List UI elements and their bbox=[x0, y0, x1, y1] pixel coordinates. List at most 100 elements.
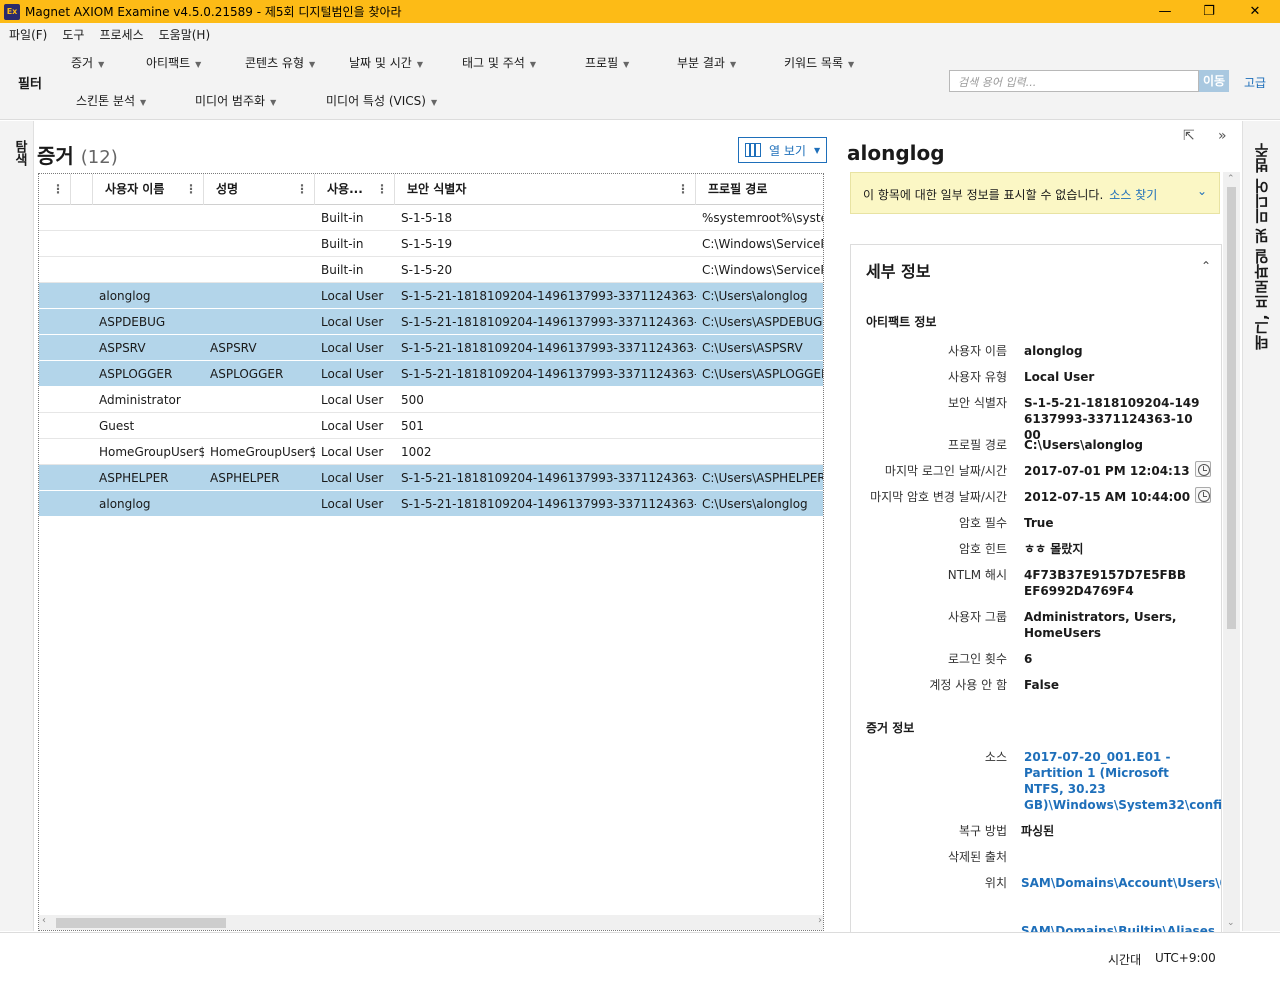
cell-user-type: Local User bbox=[321, 341, 384, 355]
left-panel-strip bbox=[0, 121, 34, 931]
table-row[interactable]: alonglog Local User S-1-5-21-1818109204-14… bbox=[39, 491, 823, 517]
cell-profile-path: C:\Users\ASPLOGGER bbox=[702, 367, 824, 381]
table-row[interactable]: Built-in S-1-5-18 %systemroot%\system32 bbox=[39, 205, 823, 231]
detail-card-title: 세부 정보 bbox=[866, 262, 931, 281]
menu-help[interactable]: 도움말(H) bbox=[159, 26, 211, 43]
filter-keyword-list[interactable]: 키워드 목록 ▼ bbox=[784, 54, 854, 71]
explore-tab[interactable]: 탐색 bbox=[10, 140, 29, 166]
column-profile-path[interactable]: 프로필 경로 bbox=[696, 174, 823, 205]
collapse-panel-icon[interactable]: » bbox=[1218, 128, 1227, 144]
cell-user-name: ASPHELPER bbox=[99, 471, 169, 485]
table-row[interactable]: ASPLOGGER ASPLOGGER Local User S-1-5-21-181… bbox=[39, 361, 824, 387]
menu-process[interactable]: 프로세스 bbox=[99, 26, 143, 43]
field-label: 사용자 그룹 bbox=[947, 610, 1007, 624]
caret-down-icon: ▼ bbox=[270, 98, 277, 107]
cell-user-name: Guest bbox=[99, 419, 135, 433]
menu-tools[interactable]: 도구 bbox=[62, 26, 84, 43]
menu-file[interactable]: 파일(F) bbox=[9, 26, 47, 43]
table-row[interactable]: Built-in S-1-5-20 C:\Windows\ServiceProfil… bbox=[39, 257, 823, 283]
cell-user-type: Local User bbox=[321, 367, 384, 381]
scroll-up-icon[interactable]: ⌃ bbox=[1227, 174, 1235, 184]
chevron-double-down-icon[interactable]: ⌄ bbox=[1197, 184, 1207, 198]
caret-down-icon: ▼ bbox=[848, 60, 855, 69]
scrollbar-thumb[interactable] bbox=[56, 918, 226, 928]
close-icon[interactable]: ✕ bbox=[1232, 0, 1278, 23]
filter-content-type[interactable]: 콘텐츠 유형 ▼ bbox=[245, 54, 315, 71]
table-header: ⋮ 사용자 이름 ⋮ 성명 ⋮ 사용... ⋮ 보안 식별자 ⋮ 프로필 경로 bbox=[39, 174, 823, 205]
tags-profile-media-tab[interactable]: 태그, 프로파일 및 미디어 범주 bbox=[1251, 143, 1272, 358]
cell-user-type: Local User bbox=[321, 315, 384, 329]
cell-user-type: Local User bbox=[321, 471, 384, 485]
timezone-value[interactable]: UTC+9:00 bbox=[1155, 951, 1216, 965]
scroll-left-icon[interactable]: ‹ bbox=[42, 915, 46, 926]
table-row[interactable]: Guest Local User 501 bbox=[39, 413, 823, 439]
search-input[interactable]: 검색 용어 입력... bbox=[949, 70, 1199, 92]
field-user-groups: Administrators, Users, HomeUsers bbox=[1024, 610, 1177, 640]
filter-media-vics[interactable]: 미디어 특성 (VICS) ▼ bbox=[326, 92, 437, 109]
filter-partial-results[interactable]: 부분 결과 ▼ bbox=[677, 54, 736, 71]
filter-skin-tone[interactable]: 스킨톤 분석 ▼ bbox=[76, 92, 146, 109]
clock-icon[interactable] bbox=[1195, 487, 1211, 503]
scroll-down-icon[interactable]: ⌄ bbox=[1227, 918, 1235, 928]
cell-profile-path bbox=[702, 439, 823, 465]
cell-profile-path bbox=[702, 387, 823, 413]
window-title: Magnet AXIOM Examine v4.5.0.21589 - 제5회 … bbox=[25, 5, 402, 19]
field-last-login: 2017-07-01 PM 12:04:13 bbox=[1024, 464, 1190, 478]
table-row[interactable]: alonglog Local User S-1-5-21-1818109204-14… bbox=[39, 283, 823, 309]
filter-tags[interactable]: 태그 및 주석 ▼ bbox=[462, 54, 536, 71]
advanced-link[interactable]: 고급 bbox=[1244, 74, 1266, 91]
find-source-link[interactable]: 소스 찾기 bbox=[1109, 188, 1157, 202]
cell-sid: S-1-5-18 bbox=[401, 211, 453, 225]
cell-profile-path: C:\Users\alonglog bbox=[702, 289, 808, 303]
scrollbar-thumb[interactable] bbox=[1227, 187, 1236, 629]
column-user-name[interactable]: 사용자 이름 ⋮ bbox=[93, 174, 204, 205]
cell-sid: 501 bbox=[401, 419, 424, 433]
column-full-name[interactable]: 성명 ⋮ bbox=[204, 174, 315, 205]
field-login-count: 6 bbox=[1024, 652, 1033, 666]
field-label: 로그인 횟수 bbox=[947, 652, 1007, 666]
filter-evidence[interactable]: 증거 ▼ bbox=[71, 54, 104, 71]
column-view-button[interactable]: 열 보기 ▼ bbox=[738, 137, 827, 163]
field-sid: S-1-5-21-1818109204-1496137993-337112436… bbox=[1024, 396, 1200, 442]
clock-icon[interactable] bbox=[1195, 461, 1211, 477]
location-link[interactable]: SAM\Domains\Account\Users\000003E8 bbox=[1021, 875, 1221, 891]
column-options[interactable]: ⋮ bbox=[39, 174, 71, 205]
table-row[interactable]: Built-in S-1-5-19 C:\Windows\ServiceProfil… bbox=[39, 231, 823, 257]
field-label: 프로필 경로 bbox=[947, 438, 1007, 452]
column-sid[interactable]: 보안 식별자 ⋮ bbox=[395, 174, 696, 205]
field-profile-path: C:\Users\alonglog bbox=[1024, 438, 1143, 452]
cell-full-name: ASPLOGGER bbox=[210, 367, 284, 381]
field-password-required: True bbox=[1024, 516, 1054, 530]
source-link[interactable]: 2017-07-20_001.E01 - Partition 1 (Micros… bbox=[1024, 749, 1221, 813]
filter-artifact[interactable]: 아티팩트 ▼ bbox=[146, 54, 201, 71]
table-row[interactable]: ASPDEBUG Local User S-1-5-21-1818109204-14… bbox=[39, 309, 823, 335]
evidence-title: 증거 (12) bbox=[37, 144, 118, 168]
app-icon: Ex bbox=[4, 3, 20, 20]
vertical-scrollbar[interactable]: ⌃ ⌄ bbox=[1223, 172, 1240, 932]
evidence-table: ⋮ 사용자 이름 ⋮ 성명 ⋮ 사용... ⋮ 보안 식별자 ⋮ 프로필 경로 Buil… bbox=[38, 173, 824, 931]
maximize-icon[interactable]: ❐ bbox=[1186, 0, 1232, 23]
scroll-right-icon[interactable]: › bbox=[818, 915, 822, 926]
table-row[interactable]: Administrator Local User 500 bbox=[39, 387, 823, 413]
filter-date-time[interactable]: 날짜 및 시간 ▼ bbox=[349, 54, 423, 71]
column-user-type[interactable]: 사용... ⋮ bbox=[315, 174, 395, 205]
filter-media-category[interactable]: 미디어 범주화 ▼ bbox=[195, 92, 276, 109]
field-recovery-method: 파싱된 bbox=[1021, 824, 1055, 838]
table-row[interactable]: ASPHELPER ASPHELPER Local User S-1-5-21-181… bbox=[39, 465, 823, 491]
chevron-double-up-icon[interactable]: ⌃ bbox=[1201, 259, 1211, 273]
horizontal-scrollbar[interactable]: ‹ › bbox=[39, 915, 823, 930]
pin-icon[interactable]: ⇱ bbox=[1183, 128, 1195, 144]
field-label: 사용자 유형 bbox=[947, 370, 1007, 384]
cell-full-name: HomeGroupUser$ bbox=[210, 445, 315, 459]
search-go-button[interactable]: 이동 bbox=[1199, 70, 1229, 92]
location-link-2[interactable]: SAM\Domains\Builtin\Aliases bbox=[1021, 923, 1215, 932]
cell-profile-path: C:\Users\ASPDEBUG bbox=[702, 315, 823, 329]
field-label: 삭제된 출처 bbox=[947, 850, 1007, 864]
filter-profile[interactable]: 프로필 ▼ bbox=[585, 54, 629, 71]
minimize-icon[interactable]: — bbox=[1142, 0, 1188, 23]
field-label: 계정 사용 안 함 bbox=[929, 678, 1007, 692]
table-row[interactable]: HomeGroupUser$ HomeGroupUser$ Local User 10… bbox=[39, 439, 823, 465]
caret-down-icon: ▼ bbox=[195, 60, 202, 69]
filter-bar: 필터 증거 ▼ 아티팩트 ▼ 콘텐츠 유형 ▼ 날짜 및 시간 ▼ 태그 및 주석 ▼ 프… bbox=[0, 45, 1280, 120]
table-row[interactable]: ASPSRV ASPSRV Local User S-1-5-21-181810920… bbox=[39, 335, 823, 361]
